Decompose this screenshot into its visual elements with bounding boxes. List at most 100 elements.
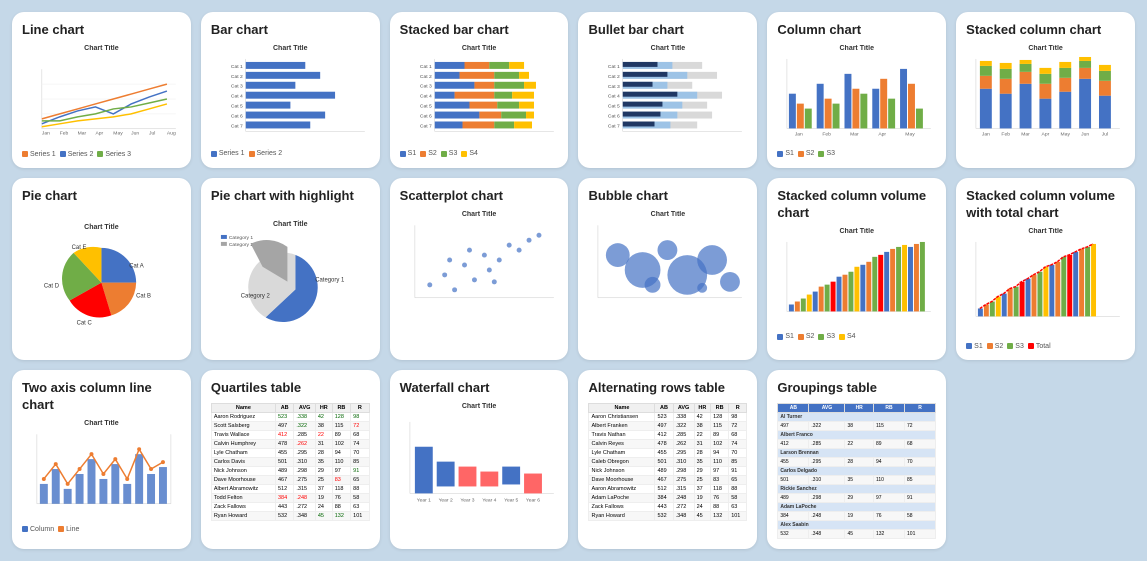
- card-pie-chart[interactable]: Pie chart Chart Title Cat A: [12, 178, 191, 360]
- svg-text:Apr: Apr: [879, 131, 887, 137]
- card-groupings-table[interactable]: Groupings table ABAVGHRRBR Al Turner 497…: [767, 370, 946, 549]
- svg-text:Cat 7: Cat 7: [231, 123, 243, 129]
- svg-text:Year 2: Year 2: [438, 497, 452, 503]
- card-title-alternating-rows-table: Alternating rows table: [588, 380, 747, 397]
- svg-text:Cat 3: Cat 3: [231, 84, 243, 90]
- svg-text:Cat 4: Cat 4: [231, 94, 243, 100]
- stacked-column-chart-area: Chart Title: [966, 45, 1125, 158]
- svg-text:Year 5: Year 5: [504, 497, 518, 503]
- stacked-bar-svg: Cat 1 Cat 2 Cat 3 Cat 4 Cat 5 Cat 6 Cat …: [400, 54, 559, 143]
- svg-text:May: May: [906, 131, 916, 137]
- card-waterfall-chart[interactable]: Waterfall chart Chart Title Ye: [390, 370, 569, 549]
- card-stacked-column-chart[interactable]: Stacked column chart Chart Title: [956, 12, 1135, 168]
- quartiles-table-area: NameABAVGHRRBR Aaron Rodriguez523.338421…: [211, 403, 370, 539]
- svg-text:Cat A: Cat A: [129, 263, 144, 269]
- card-bar-chart[interactable]: Bar chart Chart Title Cat 1 Cat 2 Cat 3 …: [201, 12, 380, 168]
- two-axis-svg: [22, 429, 181, 519]
- card-line-chart[interactable]: Line chart Chart Title Jan Feb: [12, 12, 191, 168]
- svg-text:May: May: [113, 131, 123, 137]
- card-bubble-chart[interactable]: Bubble chart Chart Title: [578, 178, 757, 360]
- svg-text:Cat B: Cat B: [136, 293, 151, 299]
- svg-text:Cat 3: Cat 3: [420, 84, 432, 90]
- card-title-bubble-chart: Bubble chart: [588, 188, 747, 205]
- column-chart-area: Chart Title: [777, 45, 936, 158]
- svg-text:Cat D: Cat D: [44, 283, 59, 289]
- svg-text:Cat 1: Cat 1: [231, 64, 243, 70]
- card-title-groupings-table: Groupings table: [777, 380, 936, 397]
- bubble-svg: [588, 220, 747, 310]
- waterfall-svg: Year 1 Year 2 Year 3 Year 4 Year 5 Year …: [400, 412, 559, 511]
- svg-text:Cat 1: Cat 1: [420, 64, 432, 70]
- svg-text:Year 3: Year 3: [460, 497, 474, 503]
- bar-chart-area: Chart Title Cat 1 Cat 2 Cat 3 Cat 4 Cat …: [211, 45, 370, 158]
- card-title-two-axis-chart: Two axis column line chart: [22, 380, 181, 414]
- svg-text:Category 2: Category 2: [241, 294, 270, 300]
- svg-text:Jan: Jan: [795, 131, 803, 137]
- stacked-col-volume-svg: [777, 237, 936, 326]
- svg-text:Cat 6: Cat 6: [420, 113, 432, 119]
- svg-text:Category 1: Category 1: [315, 278, 345, 284]
- svg-text:Apr: Apr: [1042, 131, 1050, 137]
- card-title-stacked-column-chart: Stacked column chart: [966, 22, 1125, 39]
- card-title-stacked-col-volume: Stacked column volume chart: [777, 188, 936, 222]
- card-title-bar-chart: Bar chart: [211, 22, 370, 39]
- svg-text:Jun: Jun: [131, 131, 139, 137]
- bullet-bar-chart-area: Chart Title: [588, 45, 747, 158]
- card-quartiles-table[interactable]: Quartiles table NameABAVGHRRBR Aaron Rod…: [201, 370, 380, 549]
- card-stacked-col-volume-total[interactable]: Stacked column volume with total chart C…: [956, 178, 1135, 360]
- two-axis-chart-area: Chart Title: [22, 420, 181, 539]
- chart-grid: Line chart Chart Title Jan Feb: [12, 12, 1135, 549]
- svg-text:Cat 7: Cat 7: [420, 123, 432, 129]
- card-alternating-rows-table[interactable]: Alternating rows table NameABAVGHRRBR Aa…: [578, 370, 757, 549]
- waterfall-chart-area: Chart Title Year 1 Year 2: [400, 403, 559, 539]
- stacked-column-svg: Jan Feb Mar Apr May Jun Jul: [966, 54, 1125, 143]
- quartiles-table-preview: NameABAVGHRRBR Aaron Rodriguez523.338421…: [211, 403, 370, 521]
- card-bullet-bar-chart[interactable]: Bullet bar chart Chart Title: [578, 12, 757, 168]
- svg-text:Year 4: Year 4: [482, 497, 496, 503]
- bar-chart-svg: Cat 1 Cat 2 Cat 3 Cat 4 Cat 5 Cat 6 Cat …: [211, 54, 370, 143]
- svg-text:Feb: Feb: [1002, 131, 1011, 137]
- svg-text:Cat 5: Cat 5: [231, 103, 243, 109]
- card-stacked-col-volume[interactable]: Stacked column volume chart Chart Title: [767, 178, 946, 360]
- svg-text:Cat 5: Cat 5: [420, 103, 432, 109]
- svg-text:Feb: Feb: [60, 131, 69, 137]
- card-title-line-chart: Line chart: [22, 22, 181, 39]
- svg-text:Cat 7: Cat 7: [608, 123, 620, 129]
- card-title-quartiles-table: Quartiles table: [211, 380, 370, 397]
- svg-text:Jan: Jan: [982, 131, 990, 137]
- scatterplot-chart-area: Chart Title: [400, 211, 559, 350]
- svg-text:Cat C: Cat C: [77, 320, 93, 326]
- card-title-stacked-col-volume-total: Stacked column volume with total chart: [966, 188, 1125, 222]
- line-chart-legend: Series 1 Series 2 Series 3: [22, 151, 181, 158]
- line-chart-micro-title: Chart Title: [22, 45, 181, 52]
- svg-text:Year 1: Year 1: [416, 497, 430, 503]
- svg-text:Cat 1: Cat 1: [608, 64, 620, 70]
- svg-text:Cat 2: Cat 2: [608, 74, 620, 80]
- stacked-col-vol-total-svg: [966, 237, 1125, 336]
- svg-text:Cat 4: Cat 4: [420, 94, 432, 100]
- bubble-chart-area: Chart Title: [588, 211, 747, 350]
- svg-text:Mar: Mar: [78, 131, 87, 137]
- card-pie-highlight-chart[interactable]: Pie chart with highlight Chart Title Cat…: [201, 178, 380, 360]
- bullet-bar-svg: Cat 1 Cat 2 Cat 3 Cat 4 Cat 5 Cat 6 Cat …: [588, 54, 747, 143]
- svg-text:Year 6: Year 6: [526, 497, 540, 503]
- column-chart-svg: Jan Feb Mar Apr May: [777, 54, 936, 143]
- svg-text:Category 1: Category 1: [229, 235, 253, 241]
- card-column-chart[interactable]: Column chart Chart Title: [767, 12, 946, 168]
- card-two-axis-chart[interactable]: Two axis column line chart Chart Title: [12, 370, 191, 549]
- line-chart-svg: Jan Feb Mar Apr May Jun Jul Aug: [22, 54, 181, 144]
- card-title-column-chart: Column chart: [777, 22, 936, 39]
- svg-text:Category 2: Category 2: [229, 242, 253, 248]
- svg-text:Mar: Mar: [1021, 131, 1030, 137]
- card-title-waterfall-chart: Waterfall chart: [400, 380, 559, 397]
- card-stacked-bar-chart[interactable]: Stacked bar chart Chart Title: [390, 12, 569, 168]
- svg-text:Feb: Feb: [823, 131, 832, 137]
- scatter-svg: [400, 220, 559, 310]
- alternating-rows-table-preview: NameABAVGHRRBR Aaron Christiansen523.338…: [588, 403, 747, 521]
- groupings-table-preview: ABAVGHRRBR Al Turner 497.3223811572 Albe…: [777, 403, 936, 539]
- card-scatterplot-chart[interactable]: Scatterplot chart Chart Title: [390, 178, 569, 360]
- pie-chart-svg: Cat A Cat B Cat C Cat D Cat E: [22, 233, 181, 332]
- svg-text:Aug: Aug: [167, 131, 176, 137]
- pie-highlight-svg: Category 1 Category 2 Category 1 Categor…: [211, 230, 370, 334]
- svg-text:Jul: Jul: [1102, 131, 1108, 137]
